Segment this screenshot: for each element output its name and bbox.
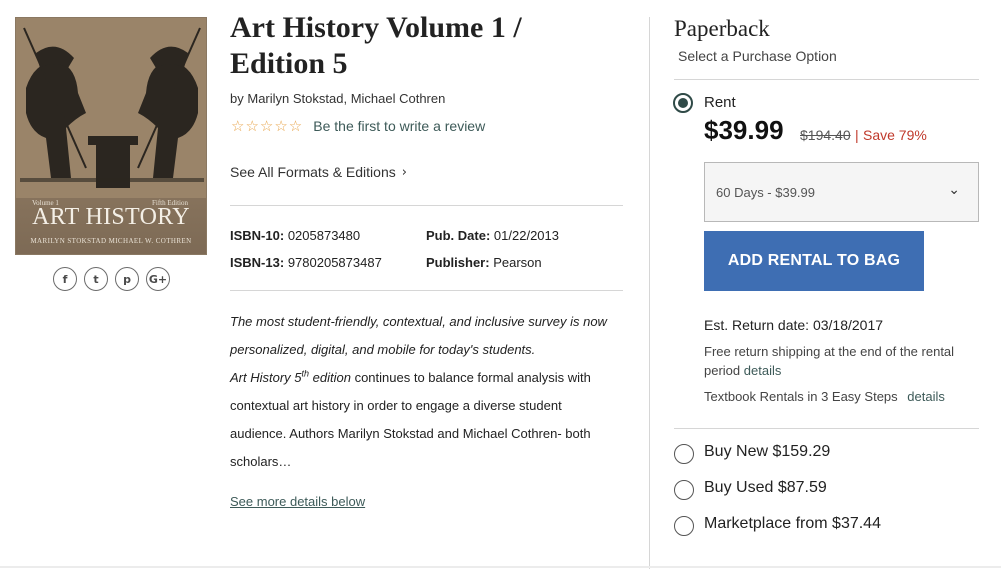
isbn10-row: ISBN-10: 0205873480	[230, 228, 360, 243]
chevron-right-icon: ›	[401, 164, 407, 180]
divider	[674, 79, 979, 80]
social-share-bar: f t p G+	[53, 267, 170, 291]
pinterest-icon[interactable]: p	[115, 267, 139, 291]
write-review-link[interactable]: Be the first to write a review	[313, 118, 485, 134]
facebook-icon[interactable]: f	[53, 267, 77, 291]
all-formats-label: See All Formats & Editions	[230, 164, 396, 180]
marketplace-label[interactable]: Marketplace from $37.44	[704, 515, 881, 533]
book-description: The most student-friendly, contextual, a…	[230, 308, 625, 476]
pubdate-value: 01/22/2013	[493, 228, 559, 243]
description-line: scholars…	[230, 454, 292, 469]
column-divider	[649, 17, 650, 569]
book-title: Art History Volume 1 / Edition 5	[230, 11, 522, 80]
buy-new-label[interactable]: Buy New $159.29	[704, 443, 830, 461]
author-link-2[interactable]: Michael Cothren	[351, 91, 446, 106]
buy-new-radio[interactable]	[674, 444, 694, 464]
twitter-icon[interactable]: t	[84, 267, 108, 291]
description-line: The most student-friendly, contextual, a…	[230, 314, 607, 329]
all-formats-link[interactable]: See All Formats & Editions ›	[230, 164, 407, 180]
steps-details-link[interactable]: details	[907, 389, 945, 404]
divider	[230, 290, 623, 291]
marketplace-radio[interactable]	[674, 516, 694, 536]
savings-badge: Save 79%	[863, 127, 927, 143]
cover-authors: MARILYN STOKSTAD MICHAEL W. COTHREN	[30, 237, 192, 245]
shipping-details-link[interactable]: details	[744, 363, 782, 378]
chevron-down-icon: ⌄	[948, 182, 960, 198]
description-line: Art History 5th edition continues to bal…	[230, 364, 625, 392]
cover-artwork	[16, 18, 206, 198]
description-italic: edition	[309, 370, 351, 385]
est-return-date: Est. Return date: 03/18/2017	[704, 317, 884, 333]
rating-row: ☆☆☆☆☆ Be the first to write a review	[231, 117, 485, 135]
description-italic: Art History 5	[230, 370, 302, 385]
isbn13-row: ISBN-13: 9780205873487	[230, 255, 382, 270]
rental-period-select[interactable]: 60 Days - $39.99 ⌄	[704, 162, 979, 222]
description-line: personalized, digital, and mobile for to…	[230, 342, 536, 357]
description-text: continues to balance formal analysis wit…	[350, 370, 591, 385]
isbn10-value: 0205873480	[287, 228, 361, 243]
publisher-row: Publisher: Pearson	[426, 255, 542, 270]
by-label: by	[230, 91, 244, 106]
purchase-option-label: Select a Purchase Option	[678, 48, 837, 64]
page-bottom-border	[0, 566, 1001, 568]
divider	[230, 205, 623, 206]
divider	[674, 428, 979, 429]
pubdate-row: Pub. Date: 01/22/2013	[426, 228, 559, 243]
description-line: contextual art history in order to engag…	[230, 398, 562, 413]
rental-period-value: 60 Days - $39.99	[716, 184, 816, 200]
shipping-info: Free return shipping at the end of the r…	[704, 342, 974, 380]
description-sup: th	[301, 368, 310, 379]
steps-text: Textbook Rentals in 3 Easy Steps	[704, 389, 898, 404]
pubdate-label: Pub. Date:	[426, 228, 491, 243]
author-separator: ,	[343, 91, 351, 106]
cover-title: ART HISTORY	[32, 204, 190, 230]
google-plus-icon[interactable]: G+	[146, 267, 170, 291]
rent-price: $39.99	[704, 115, 784, 145]
rent-radio[interactable]	[673, 93, 693, 113]
rental-steps: Textbook Rentals in 3 Easy Steps details	[704, 389, 945, 404]
list-price: $194.40	[800, 127, 851, 143]
format-title: Paperback	[674, 16, 770, 41]
shipping-text: Free return shipping at the end of the r…	[704, 344, 955, 359]
book-cover-image[interactable]: Volume 1 Fifth Edition ART HISTORY MARIL…	[15, 17, 207, 255]
publisher-label: Publisher:	[426, 255, 490, 270]
price-separator: |	[855, 127, 859, 143]
isbn10-label: ISBN-10:	[230, 228, 285, 243]
buy-used-radio[interactable]	[674, 480, 694, 500]
rent-label[interactable]: Rent	[704, 94, 736, 111]
publisher-value: Pearson	[493, 255, 542, 270]
isbn13-label: ISBN-13:	[230, 255, 285, 270]
see-more-details-link[interactable]: See more details below	[230, 494, 365, 509]
description-line: audience. Authors Marilyn Stokstad and M…	[230, 426, 591, 441]
byline: by Marilyn Stokstad, Michael Cothren	[230, 91, 445, 106]
shipping-text: period	[704, 363, 741, 378]
buy-used-label[interactable]: Buy Used $87.59	[704, 479, 827, 497]
add-rental-to-bag-button[interactable]: ADD RENTAL TO BAG	[704, 231, 924, 291]
author-link-1[interactable]: Marilyn Stokstad	[247, 91, 343, 106]
star-rating-icon: ☆☆☆☆☆	[231, 117, 304, 135]
isbn13-value: 9780205873487	[287, 255, 382, 270]
